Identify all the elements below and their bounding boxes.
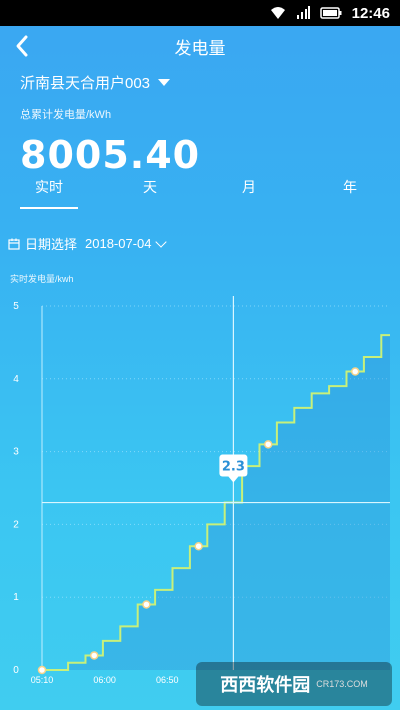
data-point (350, 367, 360, 376)
wifi-icon (270, 6, 286, 20)
x-tick-label: 05:10 (31, 675, 54, 685)
watermark-url: CR173.COM (316, 679, 368, 689)
back-button[interactable] (10, 32, 36, 60)
y-tick-label: 4 (13, 374, 19, 385)
chart-y-label: 实时发电量/kwh (10, 274, 74, 284)
calendar-icon (8, 238, 20, 250)
chevron-down-icon (154, 235, 167, 248)
data-point (194, 541, 203, 551)
y-tick-label: 2 (13, 519, 19, 530)
account-selector[interactable]: 沂南县天合用户003 (20, 72, 171, 93)
period-tabs: 实时 天 月 年 (0, 177, 400, 213)
battery-icon (319, 7, 342, 19)
active-tab-indicator (20, 207, 78, 209)
data-point (263, 440, 273, 449)
status-time: 12:46 (351, 4, 390, 22)
x-tick-label: 06:50 (156, 675, 179, 685)
tab-day[interactable]: 天 (120, 177, 180, 197)
y-tick-label: 3 (13, 447, 19, 458)
date-picker-label: 日期选择 (25, 237, 78, 252)
total-generation-value: 8005.40 (20, 133, 201, 177)
caret-down-icon (158, 79, 171, 86)
tab-year[interactable]: 年 (320, 177, 380, 197)
data-point (142, 600, 151, 609)
chevron-left-icon (16, 35, 28, 57)
data-point (37, 665, 47, 675)
total-generation-label: 总累计发电量/kWh (20, 109, 112, 121)
tab-month[interactable]: 月 (219, 177, 279, 197)
generation-line-chart: 0 1 2 3 4 5 05:10 06:00 06:50 2.3 (13, 296, 390, 685)
watermark: 西西软件园 CR173.COM (196, 662, 392, 706)
app-header: 发电量 (0, 26, 400, 66)
page-title: 发电量 (174, 38, 226, 58)
y-tick-label: 5 (13, 301, 19, 312)
y-tick-label: 0 (13, 665, 19, 676)
status-bar: 12:46 (0, 0, 400, 26)
data-point (89, 651, 99, 660)
tooltip-label: 2.3 (222, 460, 245, 475)
watermark-text: 西西软件园 (220, 675, 311, 695)
account-name: 沂南县天合用户003 (20, 75, 151, 92)
y-tick-label: 1 (13, 592, 19, 603)
date-picker[interactable]: 日期选择 2018-07-04 (8, 234, 167, 253)
x-tick-label: 06:00 (93, 675, 116, 685)
signal-icon (296, 6, 310, 20)
date-picker-value: 2018-07-04 (85, 236, 152, 251)
tooltip-pointer (228, 476, 239, 483)
tab-realtime[interactable]: 实时 (19, 177, 79, 197)
